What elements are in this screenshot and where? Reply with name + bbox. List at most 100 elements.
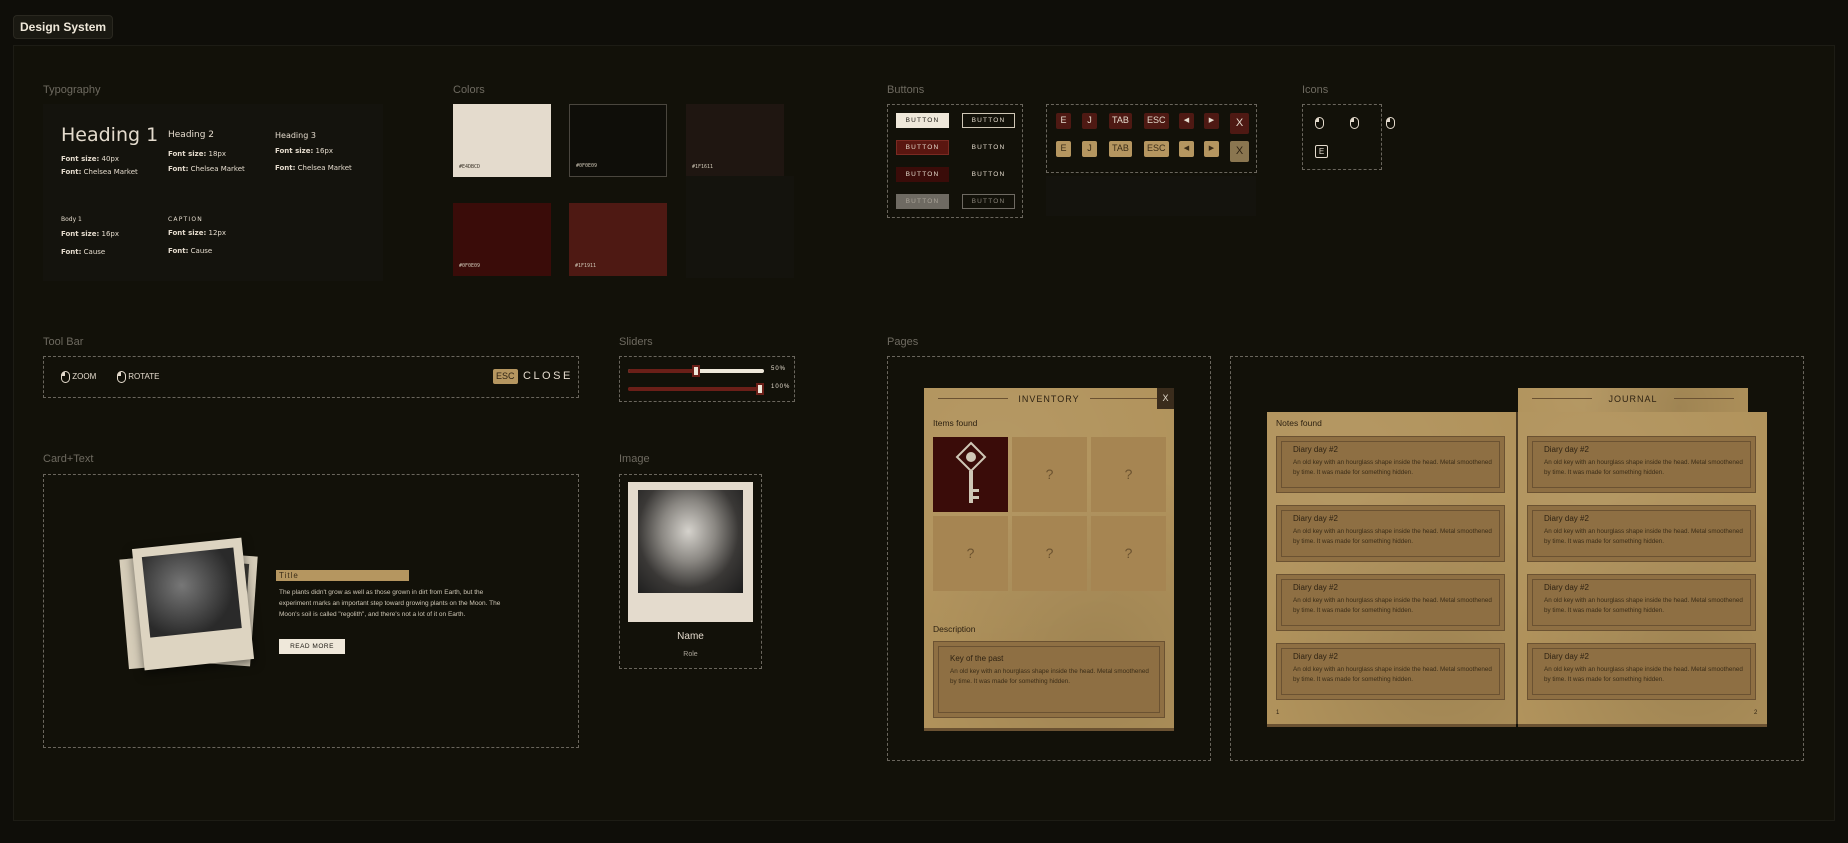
title-rule-right <box>1674 398 1734 399</box>
diary-note[interactable]: Diary day #2 An old key with an hourglass… <box>1527 505 1756 562</box>
mouse-drag-icon <box>117 371 126 383</box>
heading-3-sample: Heading 3 <box>275 131 316 140</box>
description-body: An old key with an hourglass shape insid… <box>950 668 1149 685</box>
diary-note[interactable]: Diary day #2 An old key with an hourglass… <box>1276 436 1505 493</box>
buttons-panel: BUTTON BUTTON BUTTON BUTTON BUTTON BUTTO… <box>887 104 1023 218</box>
description-label: Description <box>933 624 976 634</box>
page-number-left: 1 <box>1276 710 1280 716</box>
brightness-slider[interactable] <box>628 383 764 395</box>
inventory-title: INVENTORY <box>1018 394 1080 404</box>
key-e-icon: E <box>1315 145 1328 158</box>
section-title-icons: Icons <box>1302 84 1329 96</box>
journal-right-page: Diary day #2 An old key with an hourglass… <box>1518 412 1767 724</box>
close-x-key[interactable]: X <box>1230 113 1249 134</box>
frame-title[interactable]: Design System <box>13 15 114 39</box>
section-title-typography: Typography <box>43 84 101 96</box>
arrow-left-light-icon[interactable]: ◀ <box>1179 141 1194 157</box>
key-j-light[interactable]: J <box>1082 141 1097 157</box>
photo-image <box>141 547 242 638</box>
rotate-control[interactable]: ROTATE <box>117 371 160 383</box>
h1-font: Font: Chelsea Market <box>61 168 138 176</box>
heading-2-sample: Heading 2 <box>168 130 215 140</box>
diary-note[interactable]: Diary day #2 An old key with an hourglass… <box>1527 574 1756 631</box>
volume-slider[interactable] <box>628 365 764 377</box>
button-primary-hover[interactable]: BUTTON <box>896 140 949 155</box>
h3-font: Font: Chelsea Market <box>275 164 352 172</box>
inventory-page-panel: INVENTORY X Items found ? ? ? ? ? Descri… <box>887 356 1211 761</box>
button-outline-pressed[interactable]: BUTTON <box>962 167 1015 182</box>
body-size: Font size: 16px <box>61 230 119 238</box>
toolbar-panel: ZOOM ROTATE ESC CLOSE <box>43 356 579 398</box>
item-slot-unknown[interactable]: ? <box>1012 516 1087 591</box>
esc-key[interactable]: ESC <box>493 369 518 384</box>
inventory-close-button[interactable]: X <box>1157 388 1174 409</box>
journal-left-page: Notes found Diary day #2 An old key with … <box>1267 412 1516 724</box>
read-more-button[interactable]: READ MORE <box>279 639 345 654</box>
arrow-right-icon[interactable]: ▶ <box>1204 113 1219 129</box>
diary-note[interactable]: Diary day #2 An old key with an hourglass… <box>1276 574 1505 631</box>
button-outline[interactable]: BUTTON <box>962 113 1015 128</box>
section-title-card: Card+Text <box>43 453 94 465</box>
h3-size: Font size: 16px <box>275 147 333 155</box>
button-primary-disabled: BUTTON <box>896 194 949 209</box>
body-font: Font: Cause <box>61 248 106 256</box>
mouse-scroll-icon <box>1350 116 1360 129</box>
key-j[interactable]: J <box>1082 113 1097 129</box>
item-slot-unknown[interactable]: ? <box>1091 516 1166 591</box>
key-e-light[interactable]: E <box>1056 141 1071 157</box>
button-primary[interactable]: BUTTON <box>896 113 949 128</box>
caption-sample: CAPTION <box>168 216 203 223</box>
icons-panel: E <box>1302 104 1395 170</box>
description-card: Key of the past An old key with an hourg… <box>933 641 1165 718</box>
zoom-control[interactable]: ZOOM <box>61 371 96 383</box>
arrow-right-light-icon[interactable]: ▶ <box>1204 141 1219 157</box>
section-title-pages: Pages <box>887 336 919 348</box>
description-title: Key of the past <box>950 654 1004 663</box>
h2-size: Font size: 18px <box>168 150 226 158</box>
card-panel: Title The plants didn't grow as well as … <box>43 474 579 748</box>
close-label[interactable]: CLOSE <box>523 369 573 384</box>
key-e[interactable]: E <box>1056 113 1071 129</box>
diary-note[interactable]: Diary day #2 An old key with an hourglass… <box>1527 643 1756 700</box>
key-esc-light[interactable]: ESC <box>1144 141 1169 157</box>
arrow-left-icon[interactable]: ◀ <box>1179 113 1194 129</box>
inventory-book: INVENTORY X Items found ? ? ? ? ? Descri… <box>924 388 1174 728</box>
caption-font: Font: Cause <box>168 247 213 255</box>
item-slot-unknown[interactable]: ? <box>1091 437 1166 512</box>
item-slot-key[interactable] <box>933 437 1008 512</box>
journal-title: JOURNAL <box>1608 394 1658 404</box>
item-slot-unknown[interactable]: ? <box>1012 437 1087 512</box>
page-number-right: 2 <box>1754 710 1758 716</box>
sliders-panel: 50% 100% <box>619 356 795 402</box>
body-sample: Body 1 <box>61 216 82 223</box>
slider-fill <box>628 387 764 391</box>
image-panel: Name Role <box>619 474 762 669</box>
swatch-red: #1F1911 <box>569 203 667 276</box>
slider-value: 100% <box>771 384 791 390</box>
diary-note[interactable]: Diary day #2 An old key with an hourglass… <box>1527 436 1756 493</box>
button-outline-disabled: BUTTON <box>962 194 1015 209</box>
button-primary-pressed[interactable]: BUTTON <box>896 167 949 182</box>
diary-note[interactable]: Diary day #2 An old key with an hourglass… <box>1276 505 1505 562</box>
portrait-role: Role <box>683 651 698 658</box>
key-tab-light[interactable]: TAB <box>1109 141 1132 157</box>
slider-knob[interactable] <box>692 365 700 377</box>
close-x-key-light[interactable]: X <box>1230 141 1249 162</box>
keys-panel: E J TAB ESC ◀ ▶ X E J TAB ESC ◀ ▶ X <box>1046 104 1257 173</box>
item-slot-unknown[interactable]: ? <box>933 516 1008 591</box>
items-found-label: Items found <box>933 418 978 428</box>
journal-tab: JOURNAL <box>1518 388 1748 412</box>
diary-note[interactable]: Diary day #2 An old key with an hourglass… <box>1276 643 1505 700</box>
key-tab[interactable]: TAB <box>1109 113 1132 129</box>
portrait-name: Name <box>677 631 704 642</box>
mouse-scroll-icon <box>61 371 70 383</box>
slider-knob[interactable] <box>756 383 764 395</box>
journal-page-panel: Notes found Diary day #2 An old key with … <box>1230 356 1804 761</box>
key-esc[interactable]: ESC <box>1144 113 1169 129</box>
button-outline-hover[interactable]: BUTTON <box>962 140 1015 155</box>
title-rule-left <box>938 398 1008 399</box>
color-panel-bg <box>686 176 794 278</box>
swatch-dark: #0F0E09 <box>569 104 667 177</box>
section-title-buttons: Buttons <box>887 84 925 96</box>
section-title-sliders: Sliders <box>619 336 653 348</box>
